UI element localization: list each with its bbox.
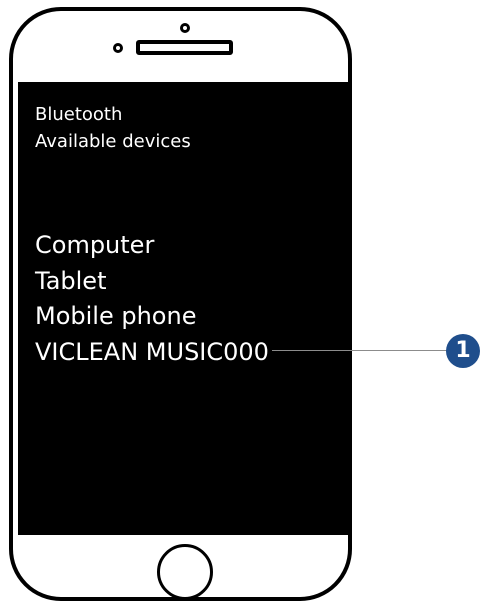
bluetooth-heading: Bluetooth — [35, 104, 123, 125]
speaker-icon — [136, 40, 233, 55]
device-item-computer[interactable]: Computer — [35, 233, 154, 257]
phone-screen: Bluetooth Available devices Computer Tab… — [18, 82, 348, 535]
available-devices-label: Available devices — [35, 131, 191, 152]
device-item-tablet[interactable]: Tablet — [35, 269, 106, 293]
device-item-mobile-phone[interactable]: Mobile phone — [35, 304, 196, 328]
camera-icon — [180, 23, 190, 33]
sensor-icon — [113, 43, 123, 53]
callout-leader-line — [272, 350, 448, 351]
device-item-viclean-music[interactable]: VICLEAN MUSIC000 — [35, 340, 269, 364]
callout-badge: 1 — [446, 334, 480, 368]
home-button[interactable] — [157, 544, 213, 600]
